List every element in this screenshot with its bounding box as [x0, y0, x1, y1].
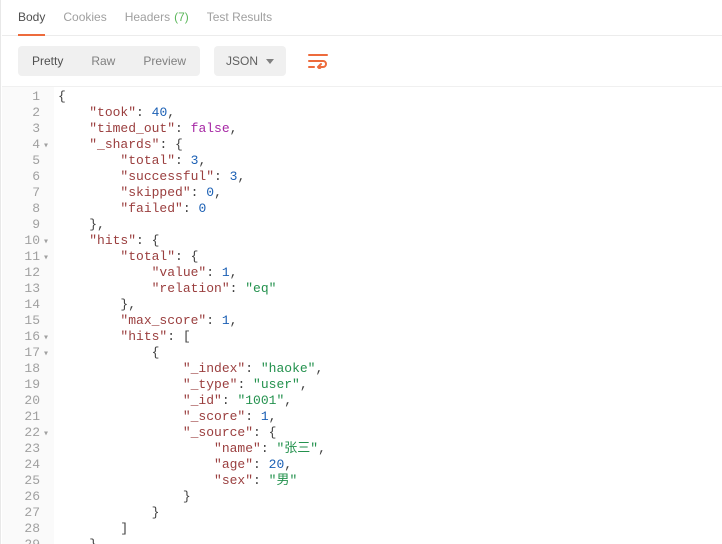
line-number: 16▾: [6, 329, 48, 345]
line-number: 27: [6, 505, 48, 521]
tab-cookies[interactable]: Cookies: [63, 0, 106, 36]
format-dropdown[interactable]: JSON: [214, 46, 286, 76]
code-line: }: [54, 489, 722, 505]
code-line: "took": 40,: [54, 105, 722, 121]
preview-button[interactable]: Preview: [129, 46, 200, 76]
code-line: "value": 1,: [54, 265, 722, 281]
code-line: "failed": 0: [54, 201, 722, 217]
tab-body[interactable]: Body: [18, 0, 45, 36]
code-line: "_id": "1001",: [54, 393, 722, 409]
line-number: 26: [6, 489, 48, 505]
code-line: "relation": "eq": [54, 281, 722, 297]
line-number: 13: [6, 281, 48, 297]
line-number: 23: [6, 441, 48, 457]
code-line: "_source": {: [54, 425, 722, 441]
view-mode-group: PrettyRawPreview: [18, 46, 200, 76]
code-line: "_score": 1,: [54, 409, 722, 425]
line-number: 21: [6, 409, 48, 425]
code-line: "name": "张三",: [54, 441, 722, 457]
wrap-icon: [308, 53, 328, 69]
code-line: {: [54, 345, 722, 361]
code-line: "_index": "haoke",: [54, 361, 722, 377]
code-line: },: [54, 297, 722, 313]
line-number: 11▾: [6, 249, 48, 265]
line-number: 29: [6, 537, 48, 544]
response-tabs: Body Cookies Headers(7) Test Results: [2, 0, 722, 36]
code-line: "hits": {: [54, 233, 722, 249]
line-number: 17▾: [6, 345, 48, 361]
code-line: }: [54, 505, 722, 521]
code-line: "_shards": {: [54, 137, 722, 153]
line-number: 15: [6, 313, 48, 329]
code-content[interactable]: { "took": 40, "timed_out": false, "_shar…: [54, 87, 722, 544]
raw-button[interactable]: Raw: [77, 46, 129, 76]
line-number: 25: [6, 473, 48, 489]
line-number: 18: [6, 361, 48, 377]
code-line: "total": {: [54, 249, 722, 265]
line-number: 9: [6, 217, 48, 233]
code-line: "total": 3,: [54, 153, 722, 169]
line-number: 14: [6, 297, 48, 313]
code-editor[interactable]: 1234▾5678910▾11▾1213141516▾17▾1819202122…: [2, 86, 722, 544]
tab-headers[interactable]: Headers(7): [125, 0, 189, 36]
line-number: 12: [6, 265, 48, 281]
tab-test-results[interactable]: Test Results: [207, 0, 272, 36]
line-number: 3: [6, 121, 48, 137]
line-number: 8: [6, 201, 48, 217]
code-line: {: [54, 89, 722, 105]
line-number: 28: [6, 521, 48, 537]
code-line: }: [54, 537, 722, 544]
format-label: JSON: [226, 54, 258, 68]
code-line: "timed_out": false,: [54, 121, 722, 137]
wrap-lines-button[interactable]: [300, 46, 336, 76]
line-number: 10▾: [6, 233, 48, 249]
code-line: "skipped": 0,: [54, 185, 722, 201]
code-line: ]: [54, 521, 722, 537]
line-number: 7: [6, 185, 48, 201]
line-number: 2: [6, 105, 48, 121]
code-line: },: [54, 217, 722, 233]
code-line: "_type": "user",: [54, 377, 722, 393]
response-toolbar: PrettyRawPreview JSON: [2, 36, 722, 86]
tab-count: (7): [174, 10, 189, 24]
line-number: 19: [6, 377, 48, 393]
code-line: "hits": [: [54, 329, 722, 345]
line-number: 1: [6, 89, 48, 105]
line-number: 24: [6, 457, 48, 473]
line-number: 22▾: [6, 425, 48, 441]
code-line: "sex": "男": [54, 473, 722, 489]
code-line: "age": 20,: [54, 457, 722, 473]
line-gutter: 1234▾5678910▾11▾1213141516▾17▾1819202122…: [2, 87, 54, 544]
pretty-button[interactable]: Pretty: [18, 46, 77, 76]
code-line: "successful": 3,: [54, 169, 722, 185]
chevron-down-icon: [266, 59, 274, 64]
line-number: 6: [6, 169, 48, 185]
line-number: 20: [6, 393, 48, 409]
line-number: 4▾: [6, 137, 48, 153]
line-number: 5: [6, 153, 48, 169]
code-line: "max_score": 1,: [54, 313, 722, 329]
